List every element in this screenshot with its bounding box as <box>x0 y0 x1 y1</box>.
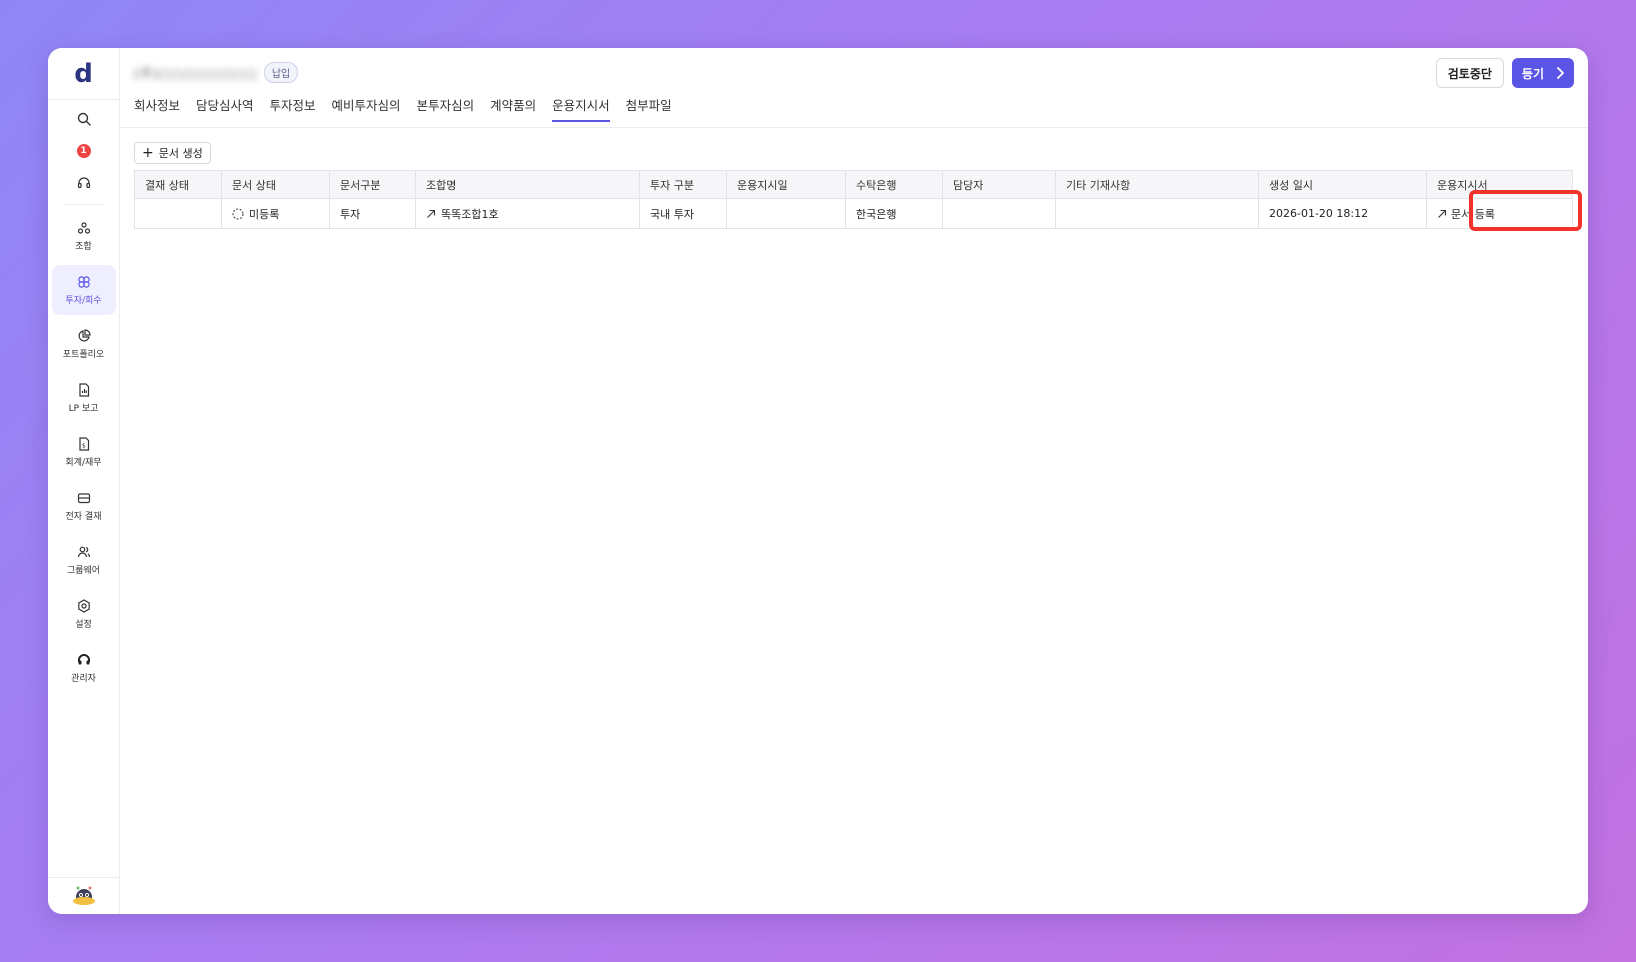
stop-review-button[interactable]: 검토중단 <box>1435 58 1504 88</box>
sidebar-item-accounting[interactable]: $ 회계/재무 <box>52 427 116 477</box>
doc-type-cell: 투자 <box>329 198 416 229</box>
invest-type-cell: 국내 투자 <box>639 198 727 229</box>
headset-icon[interactable] <box>74 174 94 192</box>
app-window: d 1 조합 투자/회수 포트폴리오 LP 보고 $ 회계/재무 전자 결재 그… <box>48 48 1588 914</box>
column-header: 수탁은행 <box>845 170 943 199</box>
sidebar-nav: 조합 투자/회수 포트폴리오 LP 보고 $ 회계/재무 전자 결재 그룹웨어 … <box>48 211 119 693</box>
sidebar-item-label: 전자 결재 <box>65 511 102 522</box>
create-document-button[interactable]: + 문서 생성 <box>134 142 211 164</box>
sidebar-item-label: LP 보고 <box>68 403 99 414</box>
doc-status-text: 미등록 <box>249 207 280 221</box>
tab-bar: 회사정보 담당심사역 투자정보 예비투자심의 본투자심의 계약품의 운용지시서 … <box>134 96 672 128</box>
sidebar-item-label: 그룹웨어 <box>66 565 101 576</box>
instruction-date-cell <box>726 198 846 229</box>
report-icon <box>78 382 89 397</box>
approval-icon <box>77 492 90 503</box>
tab-reviewer[interactable]: 담당심사역 <box>196 96 254 128</box>
approval-status-cell <box>134 198 222 229</box>
status-badge: 납입 <box>263 62 299 83</box>
table-header-row: 결재 상태 문서 상태 문서구분 조합명 투자 구분 운용지시일 수탁은행 담당… <box>134 170 1573 199</box>
column-header: 운용지시일 <box>726 170 846 199</box>
sidebar-utilities: 1 <box>74 110 94 192</box>
header-actions: 검토중단 등기 <box>1435 58 1574 88</box>
investment-icon <box>77 275 90 288</box>
company-title: (주)○○○○○○○○ 납입 <box>134 62 299 83</box>
main-panel: (주)○○○○○○○○ 납입 회사정보 담당심사역 투자정보 예비투자심의 본투… <box>120 48 1588 914</box>
tab-contract-approval[interactable]: 계약품의 <box>490 96 536 128</box>
portfolio-icon <box>78 328 91 341</box>
column-header: 생성 일시 <box>1258 170 1427 199</box>
document-table: 결재 상태 문서 상태 문서구분 조합명 투자 구분 운용지시일 수탁은행 담당… <box>134 170 1573 229</box>
sidebar-item-settings[interactable]: 설정 <box>52 589 116 639</box>
admin-icon <box>77 653 90 664</box>
column-header: 조합명 <box>415 170 640 199</box>
sidebar-item-label: 투자/회수 <box>65 295 102 306</box>
column-header: 운용지시서 <box>1426 170 1573 199</box>
sidebar-divider <box>63 204 104 205</box>
external-link-icon <box>1438 209 1447 218</box>
settings-icon <box>77 598 90 613</box>
trustee-bank-cell: 한국은행 <box>845 198 943 229</box>
groupware-icon <box>77 546 90 557</box>
avatar[interactable] <box>72 884 96 908</box>
created-at-cell: 2026-01-20 18:12 <box>1258 198 1427 229</box>
doc-status-cell: 미등록 <box>221 198 330 229</box>
sidebar-footer-divider <box>48 877 119 878</box>
sidebar-item-label: 회계/재무 <box>65 457 102 468</box>
sidebar: d 1 조합 투자/회수 포트폴리오 LP 보고 $ 회계/재무 전자 결재 그… <box>48 48 120 914</box>
sidebar-item-portfolio[interactable]: 포트폴리오 <box>52 319 116 369</box>
sidebar-item-admin[interactable]: 관리자 <box>52 643 116 693</box>
create-document-label: 문서 생성 <box>158 147 203 160</box>
sidebar-item-label: 설정 <box>75 619 92 630</box>
accounting-icon: $ <box>78 436 89 451</box>
sidebar-item-lp-report[interactable]: LP 보고 <box>52 373 116 423</box>
company-name: (주)○○○○○○○○ <box>134 67 258 82</box>
register-document-link[interactable]: 문서 등록 <box>1437 206 1495 222</box>
plus-icon: + <box>142 145 154 161</box>
fund-icon <box>77 221 90 234</box>
column-header: 기타 기재사항 <box>1055 170 1259 199</box>
content-area: + 문서 생성 결재 상태 문서 상태 문서구분 조합명 투자 구분 운용지시일… <box>120 128 1588 243</box>
pending-status-icon <box>232 207 244 220</box>
tab-main-review[interactable]: 본투자심의 <box>417 96 475 128</box>
column-header: 문서구분 <box>329 170 416 199</box>
search-icon[interactable] <box>74 110 94 128</box>
page-header: (주)○○○○○○○○ 납입 회사정보 담당심사역 투자정보 예비투자심의 본투… <box>120 48 1588 128</box>
sidebar-item-groupware[interactable]: 그룹웨어 <box>52 535 116 585</box>
notes-cell <box>1055 198 1259 229</box>
manager-cell <box>942 198 1056 229</box>
register-button-label: 등기 <box>1521 66 1544 81</box>
tab-investment-info[interactable]: 투자정보 <box>270 96 316 128</box>
svg-text:$: $ <box>82 442 86 449</box>
sidebar-item-approval[interactable]: 전자 결재 <box>52 481 116 531</box>
external-link-icon <box>427 209 436 218</box>
column-header: 결재 상태 <box>134 170 222 199</box>
notification-badge: 1 <box>76 144 91 158</box>
sidebar-item-label: 포트폴리오 <box>62 349 105 360</box>
tab-preliminary-review[interactable]: 예비투자심의 <box>332 96 401 128</box>
sidebar-item-label: 관리자 <box>71 673 96 684</box>
column-header: 투자 구분 <box>639 170 727 199</box>
column-header: 담당자 <box>942 170 1056 199</box>
notification-button[interactable]: 1 <box>74 142 94 160</box>
sidebar-item-investment[interactable]: 투자/회수 <box>51 265 116 315</box>
fund-name-cell[interactable]: 똑똑조합1호 <box>415 198 640 229</box>
app-logo[interactable]: d <box>48 48 119 100</box>
tab-attachments[interactable]: 첨부파일 <box>626 96 672 128</box>
table-row[interactable]: 미등록 투자 똑똑조합1호 국내 투자 한국은행 2026-01-20 18:1… <box>134 198 1573 229</box>
tab-operation-instruction[interactable]: 운용지시서 <box>552 96 610 128</box>
chevron-right-icon <box>1557 67 1564 79</box>
fund-name-link[interactable]: 똑똑조합1호 <box>441 206 499 222</box>
instruction-doc-cell[interactable]: 문서 등록 <box>1426 198 1573 229</box>
sidebar-item-fund[interactable]: 조합 <box>52 211 116 261</box>
register-button[interactable]: 등기 <box>1511 58 1574 88</box>
register-document-label: 문서 등록 <box>1451 207 1495 221</box>
sidebar-item-label: 조합 <box>75 241 92 252</box>
column-header: 문서 상태 <box>221 170 330 199</box>
tab-company-info[interactable]: 회사정보 <box>134 96 180 128</box>
